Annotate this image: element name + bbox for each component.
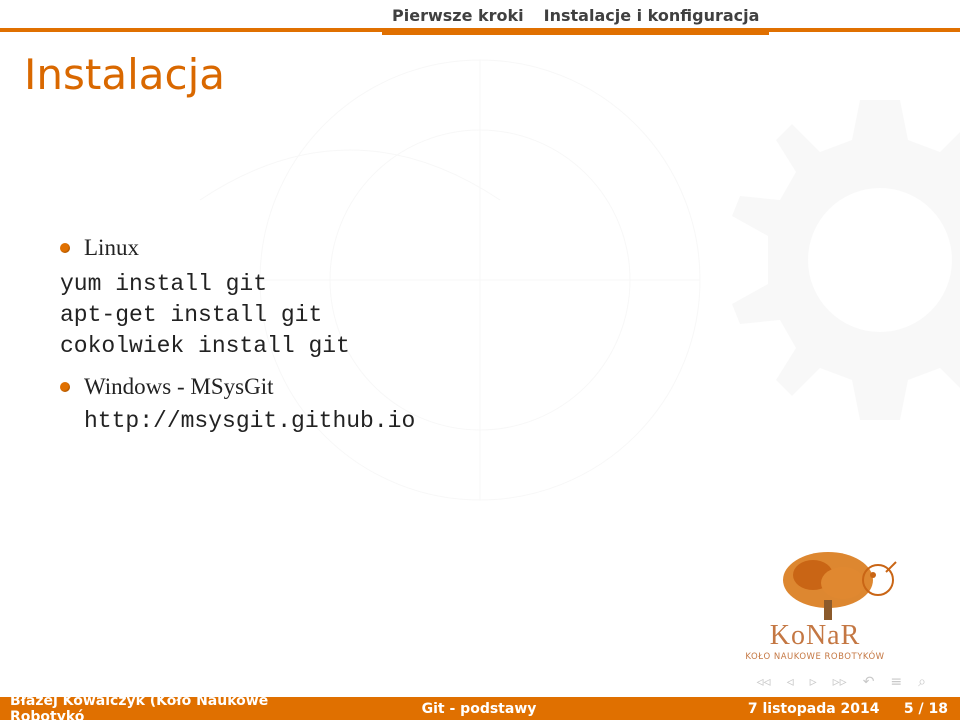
nav-back-icon[interactable]: ↶ [863, 674, 875, 690]
slide-content: Linux yum install git apt-get install gi… [60, 235, 900, 434]
code-block: yum install git apt-get install git coko… [60, 269, 900, 362]
code-line: apt-get install git [60, 300, 900, 331]
slide-nav: ◃◃ ◃ ▹ ▹▹ ↶ ≡ ⌕ [757, 674, 927, 690]
nav-search-icon[interactable]: ⌕ [918, 674, 926, 690]
logo-subtitle: KOŁO NAUKOWE ROBOTYKÓW [700, 652, 930, 662]
konar-logo: KoNaR KOŁO NAUKOWE ROBOTYKÓW [700, 540, 930, 670]
footer-title: Git - podstawy [323, 701, 636, 717]
page-sep: / [914, 701, 929, 717]
msysgit-link[interactable]: http://msysgit.github.io [84, 408, 900, 434]
page-total: 18 [929, 701, 948, 717]
nav-next-icon[interactable]: ▹ [810, 674, 817, 690]
nav-last-icon[interactable]: ▹▹ [833, 674, 847, 690]
footer-date: 7 listopada 2014 [748, 701, 880, 717]
nav-first-icon[interactable]: ◃◃ [757, 674, 771, 690]
bullet-icon [60, 382, 70, 392]
code-line: cokolwiek install git [60, 331, 900, 362]
page-title: Instalacja [24, 50, 225, 99]
page-current: 5 [904, 701, 914, 717]
bullet-windows: Windows - MSysGit [84, 374, 273, 400]
nav-prev-icon[interactable]: ◃ [787, 674, 794, 690]
code-line: yum install git [60, 269, 900, 300]
footer: Błażej Kowalczyk (Koło Naukowe Robotykó … [0, 697, 960, 720]
bullet-icon [60, 243, 70, 253]
logo-name: KoNaR [700, 620, 930, 652]
header-divider [0, 28, 960, 32]
bullet-linux: Linux [84, 235, 139, 261]
footer-page-info: 7 listopada 2014 5 / 18 [635, 701, 960, 717]
nav-menu-icon[interactable]: ≡ [890, 674, 902, 690]
